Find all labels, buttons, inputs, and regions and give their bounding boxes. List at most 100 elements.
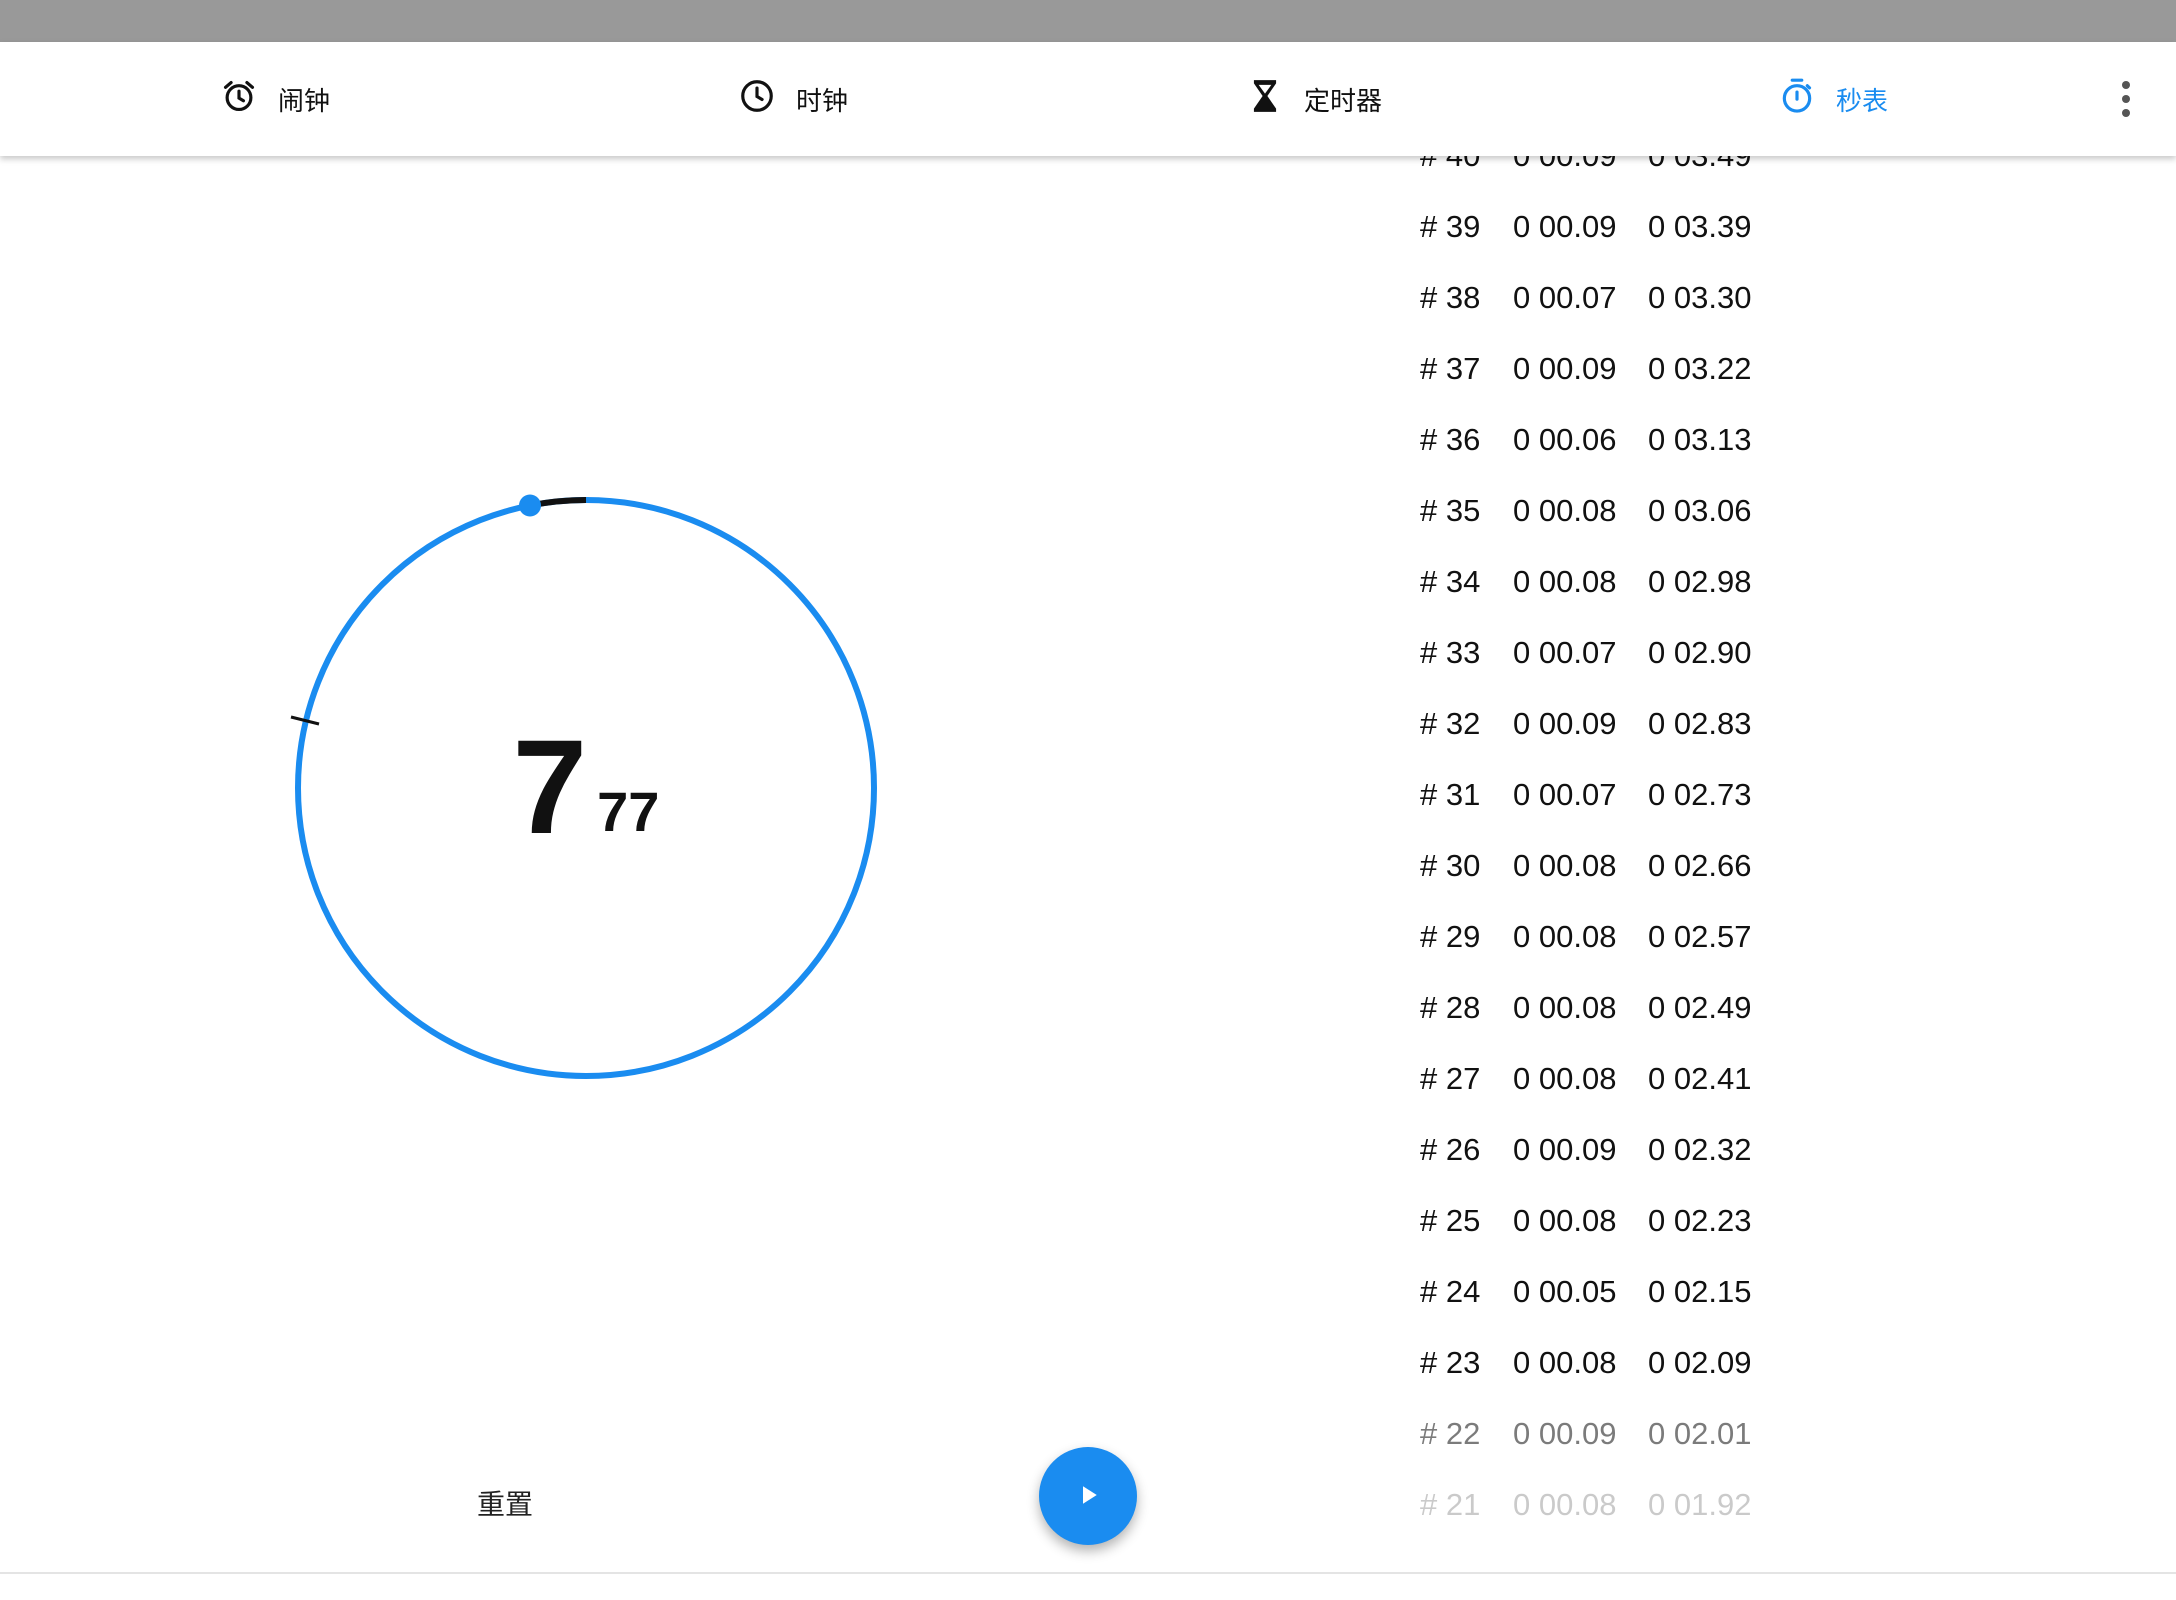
hourglass-icon [1246,77,1284,122]
lap-row: # 31 0 00.07 0 02.73 [1420,759,1820,830]
lap-total: 0 02.83 [1648,705,1752,741]
lap-total: 0 02.49 [1648,989,1752,1025]
tab-stopwatch-label: 秒表 [1836,85,1889,116]
lap-time: 0 00.09 [1513,705,1617,741]
stopwatch-dial: 7 77 [286,488,886,1088]
lap-total: 0 02.57 [1648,918,1752,954]
lap-number: # 34 [1420,563,1481,599]
lap-time: 0 00.07 [1513,776,1617,812]
lap-time: 0 00.09 [1513,156,1648,174]
lap-total: 0 03.49 [1648,156,1768,174]
lap-total: 0 02.73 [1648,776,1752,812]
lap-time: 0 00.08 [1513,1060,1617,1096]
more-options-button[interactable] [2096,69,2156,129]
lap-number: # 38 [1420,279,1481,315]
lap-number: # 39 [1420,208,1481,244]
lap-row: # 36 0 00.06 0 03.13 [1420,404,1820,475]
lap-row: # 37 0 00.09 0 03.22 [1420,333,1820,404]
lap-number: # 27 [1420,1060,1481,1096]
lap-total: 0 03.13 [1648,421,1752,457]
start-button[interactable] [1039,1447,1137,1545]
lap-number: # 37 [1420,350,1481,386]
elapsed-time: 7 77 [286,488,886,1088]
lap-total: 0 02.32 [1648,1131,1752,1167]
clock-icon [738,77,776,122]
elapsed-seconds: 7 [512,713,588,862]
alarm-icon [220,77,258,122]
lap-total: 0 01.92 [1648,1486,1752,1522]
lap-total: 0 02.23 [1648,1202,1752,1238]
more-vert-dot [2122,109,2130,117]
play-icon [1073,1480,1103,1513]
tab-bar: 闹钟 时钟 定时器 秒表 [0,42,2176,156]
stopwatch-icon [1778,77,1816,122]
lap-total: 0 03.22 [1648,350,1752,386]
lap-row: # 35 0 00.08 0 03.06 [1420,475,1820,546]
lap-number: # 31 [1420,776,1481,812]
lap-row: # 22 0 00.09 0 02.01 [1420,1398,1820,1469]
tab-alarm-label: 闹钟 [278,85,331,116]
lap-time: 0 00.08 [1513,1202,1617,1238]
status-bar [0,0,2176,42]
lap-time: 0 00.09 [1513,1415,1617,1451]
lap-time: 0 00.07 [1513,279,1617,315]
lap-time: 0 00.08 [1513,989,1617,1025]
tab-timer[interactable]: 定时器 [1246,42,1382,156]
lap-number: # 25 [1420,1202,1481,1238]
lap-row: # 23 0 00.08 0 02.09 [1420,1327,1820,1398]
elapsed-hundredths: 77 [597,779,660,843]
lap-total: 0 03.06 [1648,492,1752,528]
lap-row: # 29 0 00.08 0 02.57 [1420,901,1820,972]
lap-total: 0 02.98 [1648,563,1752,599]
stopwatch-page: 7 77 # 40 0 00.09 0 03.49 # 39 0 00.09 0… [0,156,2176,1572]
lap-total: 0 02.66 [1648,847,1752,883]
lap-total: 0 02.01 [1648,1415,1752,1451]
lap-number: # 22 [1420,1415,1481,1451]
lap-row: # 32 0 00.09 0 02.83 [1420,688,1820,759]
lap-row: # 26 0 00.09 0 02.32 [1420,1114,1820,1185]
lap-number: # 35 [1420,492,1481,528]
lap-time: 0 00.08 [1513,847,1617,883]
lap-number: # 23 [1420,1344,1481,1380]
lap-total: 0 03.39 [1648,208,1752,244]
reset-button[interactable]: 重置 [455,1478,555,1528]
lap-number: # 36 [1420,421,1481,457]
lap-time: 0 00.08 [1513,492,1617,528]
lap-time: 0 00.09 [1513,208,1617,244]
lap-time: 0 00.09 [1513,1131,1617,1167]
tab-timer-label: 定时器 [1304,85,1383,116]
lap-row: # 24 0 00.05 0 02.15 [1420,1256,1820,1327]
lap-row: # 21 0 00.08 0 01.92 [1420,1469,1820,1540]
lap-total: 0 02.09 [1648,1344,1752,1380]
bottom-divider [0,1572,2176,1574]
lap-number: # 24 [1420,1273,1481,1309]
tab-clock-label: 时钟 [796,85,849,116]
lap-time: 0 00.08 [1513,563,1617,599]
lap-row: # 28 0 00.08 0 02.49 [1420,972,1820,1043]
lap-total: 0 03.30 [1648,279,1752,315]
lap-row: # 39 0 00.09 0 03.39 [1420,191,1820,262]
lap-number: # 29 [1420,918,1481,954]
lap-number: # 32 [1420,705,1481,741]
lap-time: 0 00.05 [1513,1273,1617,1309]
lap-time: 0 00.08 [1513,1486,1617,1522]
lap-total: 0 02.90 [1648,634,1752,670]
lap-row: # 34 0 00.08 0 02.98 [1420,546,1820,617]
lap-number: # 28 [1420,989,1481,1025]
lap-row: # 38 0 00.07 0 03.30 [1420,262,1820,333]
more-vert-icon [2122,81,2130,89]
tab-stopwatch[interactable]: 秒表 [1778,42,1888,156]
lap-row: # 33 0 00.07 0 02.90 [1420,617,1820,688]
lap-row: # 40 0 00.09 0 03.49 [1420,156,1820,191]
lap-time: 0 00.09 [1513,350,1617,386]
more-vert-dot [2122,95,2130,103]
lap-row: # 25 0 00.08 0 02.23 [1420,1185,1820,1256]
tab-clock[interactable]: 时钟 [738,42,848,156]
lap-total: 0 02.15 [1648,1273,1752,1309]
tab-alarm[interactable]: 闹钟 [220,42,330,156]
lap-total: 0 02.41 [1648,1060,1752,1096]
lap-number: # 30 [1420,847,1481,883]
lap-number: # 21 [1420,1486,1481,1522]
lap-time: 0 00.08 [1513,1344,1617,1380]
lap-time: 0 00.06 [1513,421,1617,457]
